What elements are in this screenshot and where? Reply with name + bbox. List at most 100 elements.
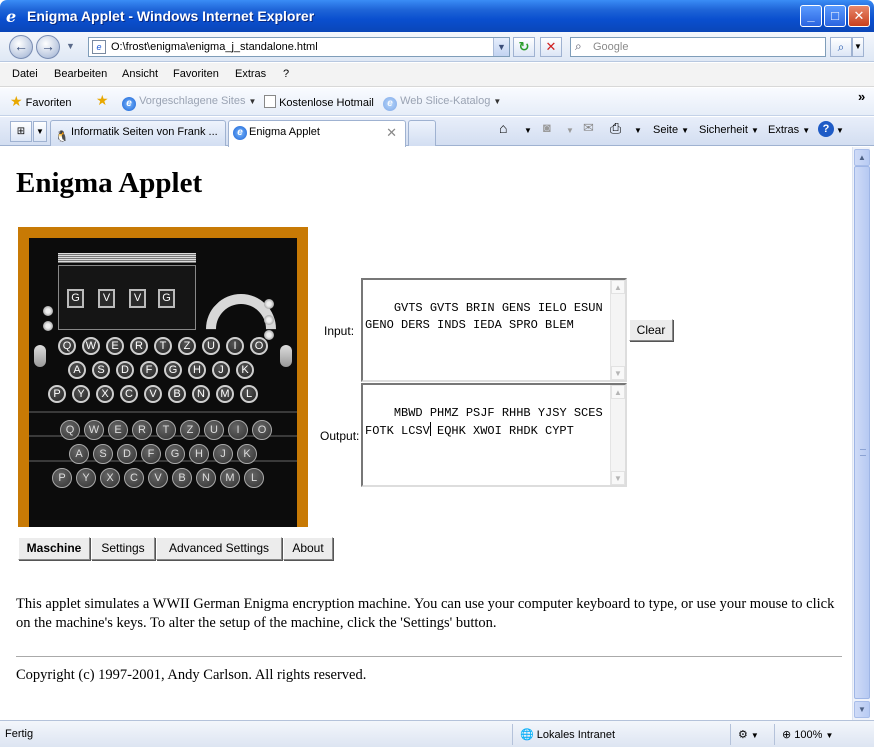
enigma-key-d[interactable]: D	[116, 361, 134, 379]
enigma-key-l[interactable]: L	[240, 385, 258, 403]
print-dropdown[interactable]: ▼	[634, 126, 642, 135]
enigma-key-z[interactable]: Z	[178, 337, 196, 355]
enigma-key-p[interactable]: P	[48, 385, 66, 403]
zone-indicator[interactable]: 🌐 Lokales Intranet	[520, 728, 615, 741]
address-url[interactable]: O:\frost\enigma\enigma_j_standalone.html	[111, 41, 318, 53]
menu-ansicht[interactable]: Ansicht	[122, 68, 158, 80]
lamp-c: C	[124, 468, 144, 488]
scroll-thumb[interactable]	[854, 166, 870, 699]
scroll-up-icon[interactable]: ▲	[854, 149, 870, 166]
tab-enigma[interactable]: e Enigma Applet ✕	[228, 120, 406, 147]
enigma-key-n[interactable]: N	[192, 385, 210, 403]
scroll-down-icon[interactable]: ▼	[854, 701, 870, 718]
page-scrollbar[interactable]: ▲ ▼	[852, 147, 870, 720]
search-options-dropdown[interactable]: ▼	[852, 37, 864, 57]
close-window-button[interactable]: ✕	[848, 5, 870, 27]
enigma-key-e[interactable]: E	[106, 337, 124, 355]
back-button[interactable]: ←	[9, 35, 33, 59]
add-favorite-icon[interactable]: ★	[96, 92, 109, 109]
output-scrollbar[interactable]: ▲ ▼	[610, 385, 625, 485]
rss-feed-icon[interactable]: ◙	[543, 120, 551, 135]
home-icon[interactable]: ⌂	[499, 120, 507, 136]
enigma-key-r[interactable]: R	[130, 337, 148, 355]
enigma-key-h[interactable]: H	[188, 361, 206, 379]
rotor-1[interactable]: G	[67, 289, 84, 308]
favorites-button[interactable]: ★ Favoriten	[10, 93, 71, 110]
enigma-key-m[interactable]: M	[216, 385, 234, 403]
scroll-up-icon[interactable]: ▲	[611, 280, 625, 294]
menu-bearbeiten[interactable]: Bearbeiten	[54, 68, 107, 80]
enigma-key-k[interactable]: K	[236, 361, 254, 379]
rotor-2[interactable]: V	[98, 289, 115, 308]
enigma-key-x[interactable]: X	[96, 385, 114, 403]
hotmail-link[interactable]: Kostenlose Hotmail	[264, 95, 374, 109]
output-textarea[interactable]: MBWD PHMZ PSJF RHHB YJSY SCES FOTK LCSV …	[361, 383, 627, 487]
refresh-button[interactable]: ↻	[513, 37, 535, 57]
security-menu[interactable]: Sicherheit ▼	[699, 124, 759, 136]
home-dropdown[interactable]: ▼	[524, 126, 532, 135]
quick-tabs-button[interactable]: ⊞	[10, 121, 32, 142]
help-icon[interactable]: ?	[818, 121, 834, 137]
enigma-key-j[interactable]: J	[212, 361, 230, 379]
help-dropdown[interactable]: ▼	[836, 126, 844, 135]
extras-menu[interactable]: Extras ▼	[768, 124, 810, 136]
search-go-button[interactable]: ⌕	[830, 37, 852, 57]
recent-pages-dropdown-icon[interactable]: ▼	[66, 41, 75, 51]
forward-button[interactable]: →	[36, 35, 60, 59]
enigma-key-f[interactable]: F	[140, 361, 158, 379]
search-input[interactable]: ⌕ Google	[570, 37, 826, 57]
enigma-key-t[interactable]: T	[154, 337, 172, 355]
tab-list-dropdown[interactable]: ▼	[33, 121, 47, 142]
lamp-s: S	[93, 444, 113, 464]
address-dropdown-icon[interactable]: ▼	[493, 38, 509, 56]
scroll-up-icon[interactable]: ▲	[611, 385, 625, 399]
lamp-j: J	[213, 444, 233, 464]
enigma-key-i[interactable]: I	[226, 337, 244, 355]
protected-mode-icon[interactable]: ⚙ ▼	[738, 728, 759, 741]
input-scrollbar[interactable]: ▲ ▼	[610, 280, 625, 380]
scroll-down-icon[interactable]: ▼	[611, 366, 625, 380]
address-bar[interactable]: e O:\frost\enigma\enigma_j_standalone.ht…	[88, 37, 510, 57]
enigma-key-o[interactable]: O	[250, 337, 268, 355]
tab-advanced-settings[interactable]: Advanced Settings	[156, 537, 282, 560]
enigma-key-g[interactable]: G	[164, 361, 182, 379]
rotor-4[interactable]: G	[158, 289, 175, 308]
rotor-3[interactable]: V	[129, 289, 146, 308]
linux-penguin-icon: 🐧	[55, 131, 69, 143]
enigma-key-s[interactable]: S	[92, 361, 110, 379]
scroll-down-icon[interactable]: ▼	[611, 471, 625, 485]
stop-button[interactable]: ✕	[540, 37, 562, 57]
tab-about[interactable]: About	[283, 537, 333, 560]
enigma-key-q[interactable]: Q	[58, 337, 76, 355]
mail-icon[interactable]: ✉	[583, 120, 594, 136]
menu-datei[interactable]: Datei	[12, 68, 38, 80]
suggested-sites-link[interactable]: e Vorgeschlagene Sites ▼	[122, 95, 256, 111]
close-tab-icon[interactable]: ✕	[386, 121, 397, 144]
enigma-key-w[interactable]: W	[82, 337, 100, 355]
enigma-key-u[interactable]: U	[202, 337, 220, 355]
menu-extras[interactable]: Extras	[235, 68, 266, 80]
menu-favoriten[interactable]: Favoriten	[173, 68, 219, 80]
tab-maschine[interactable]: Maschine	[18, 537, 90, 560]
zoom-control[interactable]: ⊕ 100% ▼	[782, 728, 833, 741]
rss-dropdown[interactable]: ▼	[566, 126, 574, 135]
title-bar: e Enigma Applet - Windows Internet Explo…	[0, 0, 874, 32]
page-menu[interactable]: Seite ▼	[653, 124, 689, 136]
search-placeholder: Google	[593, 41, 629, 53]
enigma-key-v[interactable]: V	[144, 385, 162, 403]
enigma-key-y[interactable]: Y	[72, 385, 90, 403]
tab-informatik[interactable]: 🐧 Informatik Seiten von Frank ...	[50, 120, 226, 146]
clear-button[interactable]: Clear	[629, 319, 673, 341]
chevron-more-icon[interactable]: »	[858, 89, 865, 104]
new-tab-button[interactable]	[408, 120, 436, 146]
enigma-key-b[interactable]: B	[168, 385, 186, 403]
web-slice-link[interactable]: e Web Slice-Katalog ▼	[383, 95, 501, 111]
maximize-button[interactable]: □	[824, 5, 846, 27]
minimize-button[interactable]: _	[800, 5, 822, 27]
input-textarea[interactable]: GVTS GVTS BRIN GENS IELO ESUN GENO DERS …	[361, 278, 627, 382]
enigma-key-c[interactable]: C	[120, 385, 138, 403]
tab-settings[interactable]: Settings	[91, 537, 155, 560]
enigma-key-a[interactable]: A	[68, 361, 86, 379]
menu-help[interactable]: ?	[283, 68, 289, 80]
print-icon[interactable]: ⎙	[610, 120, 621, 137]
